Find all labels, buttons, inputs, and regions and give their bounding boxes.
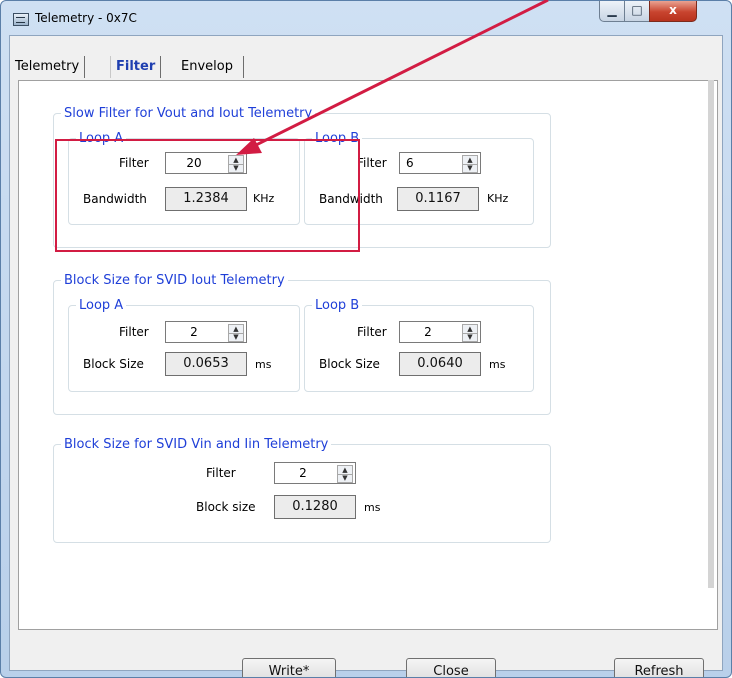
bandwidth-label: Bandwidth xyxy=(83,192,147,206)
iout-loop-b-block-readout: 0.0640 xyxy=(399,352,481,376)
spinner-value: 20 xyxy=(186,156,202,170)
filter-label: Filter xyxy=(357,325,387,339)
khz-unit: KHz xyxy=(253,192,275,205)
block-iout-legend: Block Size for SVID Iout Telemetry xyxy=(64,273,285,288)
spinner-down-icon[interactable]: ▼ xyxy=(463,164,477,172)
loop-b-legend: Loop B xyxy=(315,131,360,146)
iout-loop-a-block-readout: 0.0653 xyxy=(165,352,247,376)
block-iout-loop-b: Loop B Filter 2 ▲ ▼ Block Size 0.0640 ms xyxy=(304,298,534,392)
block-size-label: Block size xyxy=(196,500,256,514)
spinner-value: 2 xyxy=(190,325,198,339)
spinner-down-icon[interactable]: ▼ xyxy=(338,474,352,482)
filter-label: Filter xyxy=(119,156,149,170)
loop-b-bandwidth-readout: 0.1167 xyxy=(397,187,479,211)
client-area: Telemetry Filter Envelop Detector Slow F… xyxy=(9,35,724,677)
loop-a-legend: Loop A xyxy=(79,131,124,146)
telemetry-window: Telemetry - 0x7C ▁ □ x Telemetry Filter … xyxy=(0,0,732,678)
filter-label: Filter xyxy=(206,466,236,480)
spinner-arrows[interactable]: ▲ ▼ xyxy=(228,155,244,173)
filter-label: Filter xyxy=(119,325,149,339)
slow-filter-group: Slow Filter for Vout and Iout Telemetry … xyxy=(53,106,551,248)
window-title: Telemetry - 0x7C xyxy=(35,11,137,25)
spinner-arrows[interactable]: ▲ ▼ xyxy=(337,465,353,483)
block-vin-legend: Block Size for SVID Vin and Iin Telemetr… xyxy=(64,437,329,452)
ms-unit: ms xyxy=(255,358,272,371)
block-size-label: Block Size xyxy=(83,357,144,371)
close-window-button[interactable]: x xyxy=(649,1,697,22)
spinner-down-icon[interactable]: ▼ xyxy=(463,333,477,341)
spinner-value: 2 xyxy=(424,325,432,339)
spinner-arrows[interactable]: ▲ ▼ xyxy=(462,155,478,173)
slow-filter-loop-a: Loop A Filter 20 ▲ ▼ Bandwidth 1.2384 KH… xyxy=(68,131,300,225)
minimize-button[interactable]: ▁ xyxy=(599,1,625,22)
loop-b-legend: Loop B xyxy=(315,298,360,313)
spinner-value: 2 xyxy=(299,466,307,480)
tab-envelop-detector[interactable]: Envelop Detector xyxy=(176,56,244,96)
vin-block-readout: 0.1280 xyxy=(274,495,356,519)
iout-loop-a-filter-spinner[interactable]: 2 ▲ ▼ xyxy=(165,321,247,343)
spinner-value[interactable]: 6 xyxy=(400,153,456,173)
spinner-down-icon[interactable]: ▼ xyxy=(229,164,243,172)
loop-b-filter-spinner[interactable]: 6 ▲ ▼ xyxy=(399,152,481,174)
button-bar: Write* Close Refresh xyxy=(18,628,724,677)
block-vin-group: Block Size for SVID Vin and Iin Telemetr… xyxy=(53,437,551,543)
slow-filter-legend: Slow Filter for Vout and Iout Telemetry xyxy=(64,106,313,121)
bandwidth-label: Bandwidth xyxy=(319,192,383,206)
title-bar[interactable]: Telemetry - 0x7C ▁ □ x xyxy=(1,1,731,35)
close-button[interactable]: Close xyxy=(406,658,496,677)
iout-loop-b-filter-spinner[interactable]: 2 ▲ ▼ xyxy=(399,321,481,343)
block-size-label: Block Size xyxy=(319,357,380,371)
refresh-button[interactable]: Refresh xyxy=(614,658,704,677)
ms-unit: ms xyxy=(489,358,506,371)
write-button[interactable]: Write* xyxy=(242,658,336,677)
spinner-down-icon[interactable]: ▼ xyxy=(229,333,243,341)
loop-a-filter-spinner[interactable]: 20 ▲ ▼ xyxy=(165,152,247,174)
ms-unit: ms xyxy=(364,501,381,514)
filter-tab-panel: Slow Filter for Vout and Iout Telemetry … xyxy=(18,80,718,630)
tab-telemetry[interactable]: Telemetry xyxy=(10,56,86,78)
spinner-arrows[interactable]: ▲ ▼ xyxy=(462,324,478,342)
khz-unit: KHz xyxy=(487,192,509,205)
app-icon xyxy=(13,13,29,26)
block-iout-loop-a: Loop A Filter 2 ▲ ▼ Block Size 0.0653 ms xyxy=(68,298,300,392)
loop-a-bandwidth-readout: 1.2384 xyxy=(165,187,247,211)
spinner-arrows[interactable]: ▲ ▼ xyxy=(228,324,244,342)
maximize-button[interactable]: □ xyxy=(624,1,650,22)
filter-label: Filter xyxy=(357,156,387,170)
loop-a-legend: Loop A xyxy=(79,298,124,313)
block-iout-group: Block Size for SVID Iout Telemetry Loop … xyxy=(53,273,551,415)
vin-filter-spinner[interactable]: 2 ▲ ▼ xyxy=(274,462,356,484)
tab-filter[interactable]: Filter xyxy=(110,56,162,78)
slow-filter-loop-b: Loop B Filter 6 ▲ ▼ Bandwidth 0.1167 KHz xyxy=(304,131,534,225)
panel-shadow xyxy=(708,80,714,588)
